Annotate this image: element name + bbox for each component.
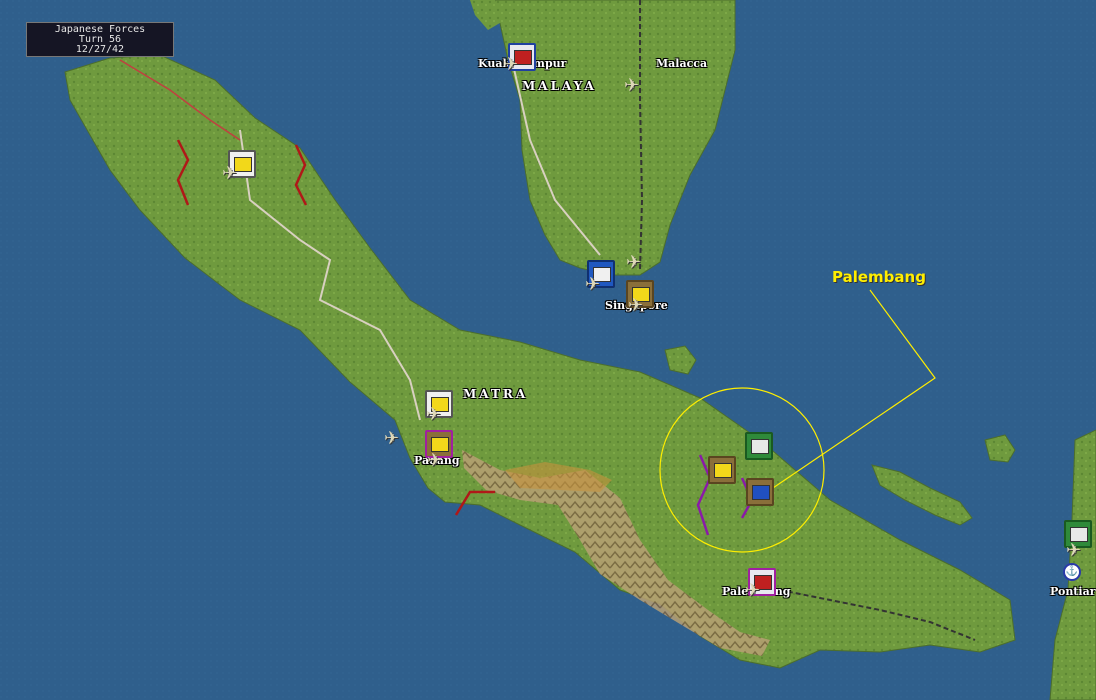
airplane-icon[interactable]: ✈	[745, 582, 760, 600]
unit-symbol	[751, 439, 769, 454]
airplane-icon[interactable]: ✈	[628, 297, 643, 315]
unit-symbol	[714, 463, 732, 478]
unit-marker-palembang-japanese[interactable]	[708, 456, 736, 484]
airplane-icon[interactable]: ✈	[626, 254, 641, 272]
city-label-pontianak[interactable]: Pontiar	[1050, 585, 1096, 598]
airplane-icon[interactable]: ✈	[427, 452, 442, 470]
unit-symbol	[752, 485, 770, 500]
airplane-icon[interactable]: ✈	[503, 56, 518, 74]
airplane-icon[interactable]: ✈	[222, 165, 237, 183]
turn-status-panel: Japanese Forces Turn 56 12/27/42	[26, 22, 174, 57]
unit-marker-palembang-allied-2[interactable]	[746, 478, 774, 506]
airplane-icon[interactable]: ✈	[384, 430, 399, 448]
unit-marker-palembang-allied-1[interactable]	[745, 432, 773, 460]
region-label-malaya: MALAYA	[522, 79, 597, 93]
airplane-icon[interactable]: ✈	[426, 406, 441, 424]
map-view[interactable]: Japanese Forces Turn 56 12/27/42 Kuala L…	[0, 0, 1096, 700]
region-label-sumatra: MATRA	[463, 387, 529, 401]
airplane-icon[interactable]: ✈	[585, 276, 600, 294]
airplane-icon[interactable]: ✈	[1066, 542, 1081, 560]
callout-label-palembang: Palembang	[832, 268, 926, 286]
date-label: 12/27/42	[75, 44, 125, 55]
strategic-map[interactable]	[0, 0, 1096, 700]
anchor-icon[interactable]: ⚓	[1063, 563, 1081, 581]
airplane-icon[interactable]: ✈	[624, 77, 639, 95]
city-label-malacca[interactable]: Malacca	[656, 57, 707, 70]
